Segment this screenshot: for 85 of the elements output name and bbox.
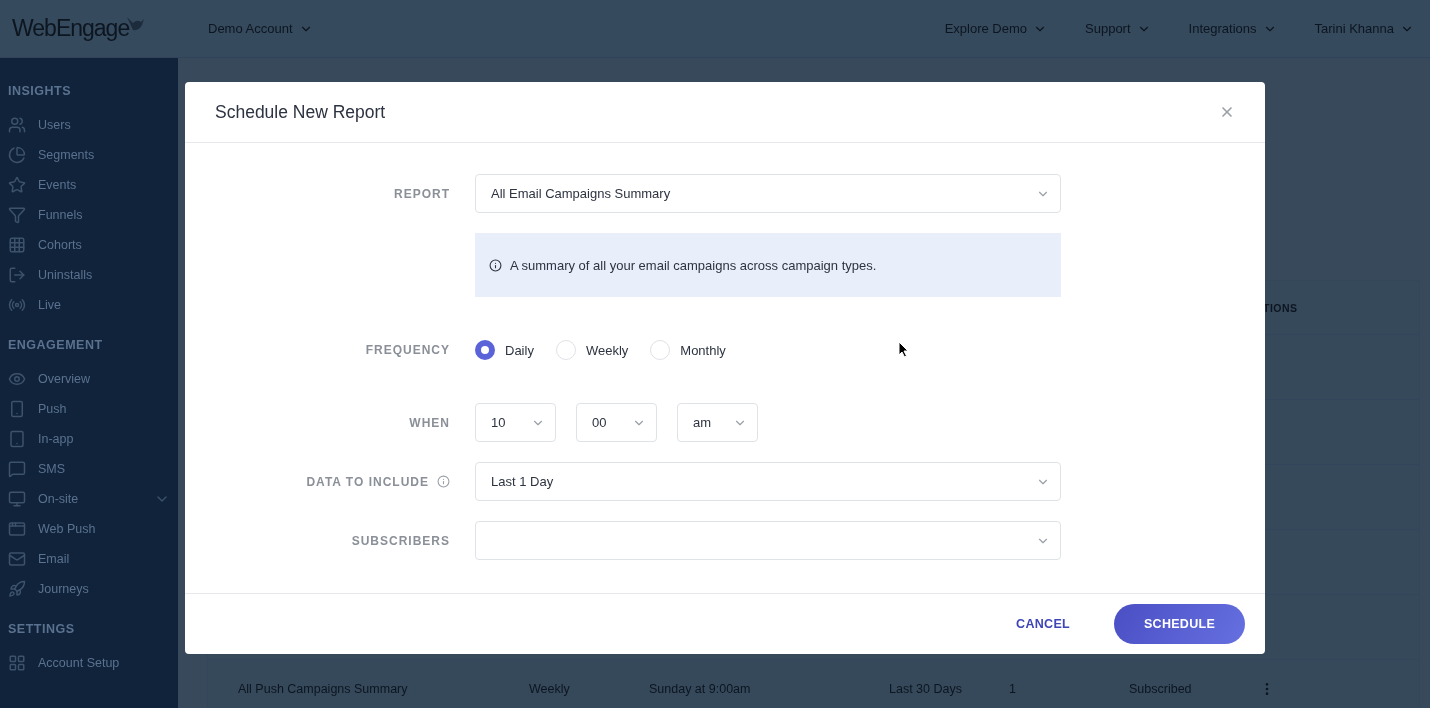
- info-banner: A summary of all your email campaigns across campaign types.: [475, 233, 1061, 297]
- pie-chart-icon: [8, 146, 26, 164]
- funnel-icon: [8, 206, 26, 224]
- sidebar-item[interactable]: Segments: [0, 140, 178, 170]
- star-icon: [8, 176, 26, 194]
- mail-icon: [8, 550, 26, 568]
- sidebar-item[interactable]: Events: [0, 170, 178, 200]
- time-select[interactable]: 10: [475, 403, 556, 442]
- table-cell: Sunday at 9:00am: [649, 682, 751, 696]
- radio-option[interactable]: Daily: [475, 340, 534, 360]
- sidebar-item-label: Funnels: [38, 208, 83, 222]
- tablet-icon: [8, 430, 26, 448]
- nav-menu[interactable]: Support: [1085, 21, 1151, 36]
- sidebar-item-label: SMS: [38, 462, 66, 476]
- section-heading: ENGAGEMENT: [7, 338, 104, 354]
- table-cell: Weekly: [529, 682, 570, 696]
- dialog-title: Schedule New Report: [215, 101, 386, 123]
- sidebar-item[interactable]: Live: [0, 290, 178, 320]
- field-label: SUBSCRIBERS: [351, 533, 450, 548]
- table-cell: 1: [1009, 682, 1016, 696]
- radio-option[interactable]: Weekly: [555, 340, 629, 360]
- rocket-icon: [8, 580, 26, 598]
- chat-bubble-icon: [8, 460, 26, 478]
- sidebar-item[interactable]: Account Setup: [0, 648, 178, 678]
- broadcast-icon: [8, 296, 26, 314]
- close-button[interactable]: [1219, 104, 1235, 120]
- sidebar-item-label: Overview: [38, 372, 91, 386]
- sidebar-item-label: Live: [38, 298, 61, 312]
- radio-option[interactable]: Monthly: [650, 340, 726, 360]
- sidebar-item-label: Cohorts: [38, 238, 82, 252]
- sidebar-item[interactable]: Overview: [0, 364, 178, 394]
- field-label: FREQUENCY: [365, 343, 450, 357]
- table-cell: Last 30 Days: [889, 682, 962, 696]
- sidebar-item[interactable]: Web Push: [0, 514, 178, 544]
- sidebar-item-label: Push: [38, 402, 67, 416]
- exit-icon: [8, 266, 26, 284]
- account-dropdown[interactable]: Demo Account: [208, 21, 313, 36]
- cancel-button[interactable]: CANCEL: [996, 604, 1090, 644]
- nav-menu[interactable]: Tarini Khanna: [1314, 21, 1414, 36]
- sidebar-item[interactable]: Push: [0, 394, 178, 424]
- sidebar-item[interactable]: Uninstalls: [0, 260, 178, 290]
- sidebar-item-label: Events: [38, 178, 77, 192]
- nav-menu[interactable]: Integrations: [1188, 21, 1277, 36]
- eye-icon: [8, 370, 26, 388]
- sidebar-item[interactable]: On-site: [0, 484, 178, 514]
- sidebar-item[interactable]: Cohorts: [0, 230, 178, 260]
- sidebar-item-label: Account Setup: [38, 656, 120, 670]
- info-icon[interactable]: [437, 475, 450, 488]
- table-cell: Subscribed: [1129, 682, 1192, 696]
- sidebar-item-label: On-site: [38, 492, 79, 506]
- logo[interactable]: WebEngage: [12, 15, 130, 42]
- field-label: REPORT: [394, 186, 450, 201]
- sidebar-item-label: Email: [38, 552, 70, 566]
- data-range-select[interactable]: Last 1 Day: [475, 462, 1061, 501]
- sidebar-item[interactable]: Email: [0, 544, 178, 574]
- field-label: WHEN: [409, 415, 450, 430]
- sidebar-item-label: Uninstalls: [38, 268, 93, 282]
- section-heading: SETTINGS: [7, 622, 76, 638]
- users-icon: [8, 116, 26, 134]
- sidebar-item[interactable]: Users: [0, 110, 178, 140]
- mouse-cursor-icon: [898, 341, 909, 358]
- column-header: TIONS: [1262, 301, 1298, 314]
- sidebar-item[interactable]: In-app: [0, 424, 178, 454]
- sidebar-item-label: Segments: [38, 148, 95, 162]
- sidebar-item-label: Users: [38, 118, 71, 132]
- time-select[interactable]: am: [677, 403, 758, 442]
- table-cell: All Push Campaigns Summary: [238, 682, 408, 696]
- sidebar-item[interactable]: Journeys: [0, 574, 178, 604]
- grid-icon: [8, 236, 26, 254]
- sidebar-item-label: In-app: [38, 432, 74, 446]
- report-select[interactable]: All Email Campaigns Summary: [475, 174, 1061, 213]
- nav-menu[interactable]: Explore Demo: [944, 21, 1047, 36]
- time-select[interactable]: 00: [576, 403, 657, 442]
- subscribers-select[interactable]: [475, 521, 1061, 560]
- sidebar-item[interactable]: Funnels: [0, 200, 178, 230]
- dashboard-icon: [8, 654, 26, 672]
- sidebar-item-label: Web Push: [38, 522, 96, 536]
- sidebar-item[interactable]: SMS: [0, 454, 178, 484]
- schedule-button[interactable]: SCHEDULE: [1114, 604, 1245, 644]
- monitor-icon: [8, 490, 26, 508]
- sidebar-item-label: Journeys: [38, 582, 89, 596]
- phone-icon: [8, 400, 26, 418]
- section-heading: INSIGHTS: [7, 84, 73, 100]
- field-label: DATA TO INCLUDE: [306, 474, 450, 489]
- browser-window-icon: [8, 520, 26, 538]
